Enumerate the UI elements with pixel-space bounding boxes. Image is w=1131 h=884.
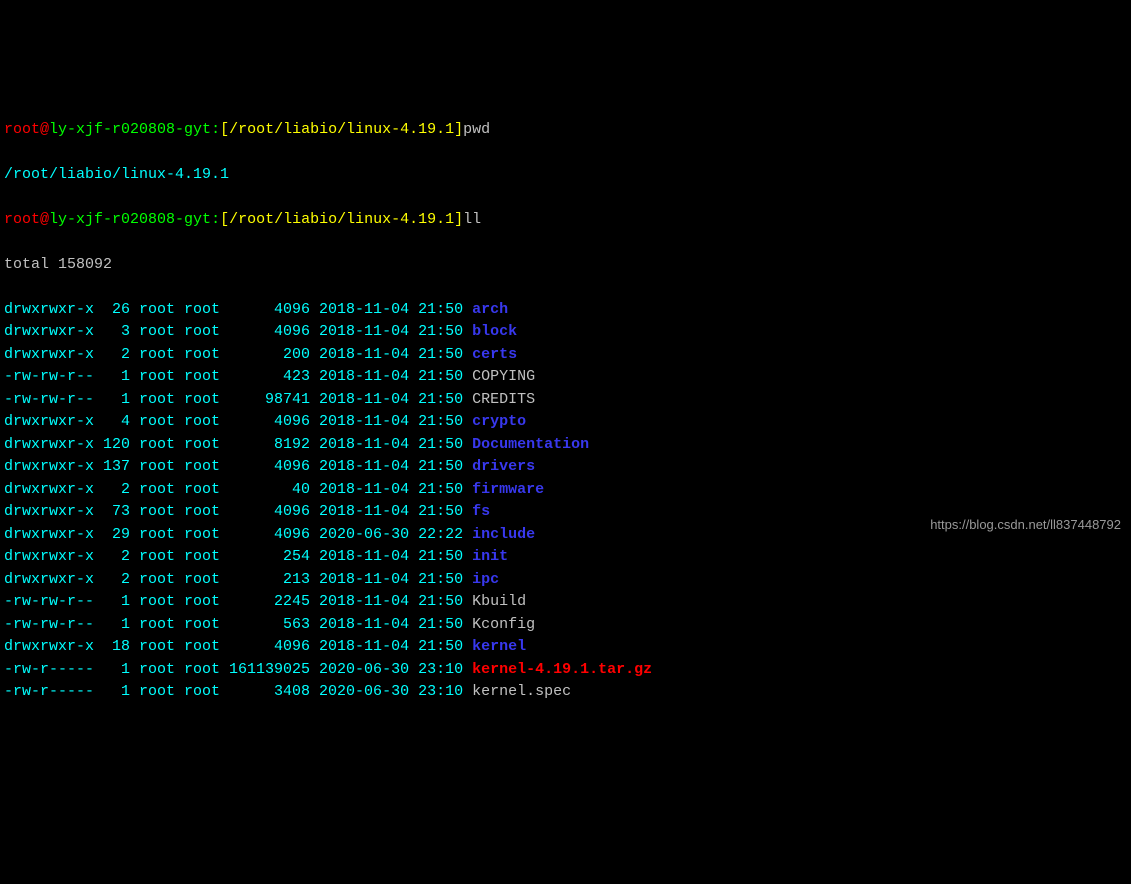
file-perms: drwxrwxr-x	[4, 526, 94, 543]
prompt-path: /root/liabio/linux-4.19.1	[229, 211, 454, 228]
file-perms: drwxrwxr-x	[4, 301, 94, 318]
file-name: firmware	[472, 481, 544, 498]
prompt-lbracket: [	[220, 121, 229, 138]
file-perms: drwxrwxr-x	[4, 323, 94, 340]
file-perms: drwxrwxr-x	[4, 436, 94, 453]
prompt-path: /root/liabio/linux-4.19.1	[229, 121, 454, 138]
prompt-user: root	[4, 211, 40, 228]
file-listing: drwxrwxr-x 26 root root 4096 2018-11-04 …	[4, 299, 1127, 704]
file-meta: 2 root root 254 2018-11-04 21:50	[94, 548, 472, 565]
file-meta: 1 root root 563 2018-11-04 21:50	[94, 616, 472, 633]
file-name: Kconfig	[472, 616, 535, 633]
prompt-host: ly-xjf-r020808-gyt	[49, 121, 211, 138]
file-meta: 73 root root 4096 2018-11-04 21:50	[94, 503, 472, 520]
terminal-output[interactable]: root@ly-xjf-r020808-gyt:[/root/liabio/li…	[4, 96, 1127, 726]
file-row: -rw-rw-r-- 1 root root 2245 2018-11-04 2…	[4, 591, 1127, 614]
file-name: crypto	[472, 413, 526, 430]
prompt-line-1: root@ly-xjf-r020808-gyt:[/root/liabio/li…	[4, 119, 1127, 142]
file-perms: -rw-r-----	[4, 683, 94, 700]
prompt-rbracket: ]	[454, 121, 463, 138]
file-name: Documentation	[472, 436, 589, 453]
file-meta: 3 root root 4096 2018-11-04 21:50	[94, 323, 472, 340]
file-meta: 18 root root 4096 2018-11-04 21:50	[94, 638, 472, 655]
command-ll: ll	[463, 211, 481, 228]
file-perms: -rw-rw-r--	[4, 616, 94, 633]
prompt-colon: :	[211, 121, 220, 138]
file-meta: 2 root root 200 2018-11-04 21:50	[94, 346, 472, 363]
prompt-rbracket: ]	[454, 211, 463, 228]
prompt-colon: :	[211, 211, 220, 228]
file-name: kernel-4.19.1.tar.gz	[472, 661, 652, 678]
file-row: drwxrwxr-x 137 root root 4096 2018-11-04…	[4, 456, 1127, 479]
file-name: kernel.spec	[472, 683, 571, 700]
file-row: drwxrwxr-x 2 root root 200 2018-11-04 21…	[4, 344, 1127, 367]
file-meta: 29 root root 4096 2020-06-30 22:22	[94, 526, 472, 543]
file-name: include	[472, 526, 535, 543]
file-perms: drwxrwxr-x	[4, 638, 94, 655]
file-perms: drwxrwxr-x	[4, 346, 94, 363]
file-name: block	[472, 323, 517, 340]
file-name: Kbuild	[472, 593, 526, 610]
file-row: drwxrwxr-x 3 root root 4096 2018-11-04 2…	[4, 321, 1127, 344]
prompt-user: root	[4, 121, 40, 138]
file-row: drwxrwxr-x 2 root root 254 2018-11-04 21…	[4, 546, 1127, 569]
file-name: CREDITS	[472, 391, 535, 408]
file-name: ipc	[472, 571, 499, 588]
file-row: -rw-rw-r-- 1 root root 423 2018-11-04 21…	[4, 366, 1127, 389]
file-perms: drwxrwxr-x	[4, 481, 94, 498]
file-perms: drwxrwxr-x	[4, 458, 94, 475]
file-row: -rw-r----- 1 root root 161139025 2020-06…	[4, 659, 1127, 682]
file-meta: 2 root root 213 2018-11-04 21:50	[94, 571, 472, 588]
file-meta: 120 root root 8192 2018-11-04 21:50	[94, 436, 472, 453]
file-name: COPYING	[472, 368, 535, 385]
file-name: fs	[472, 503, 490, 520]
file-row: drwxrwxr-x 4 root root 4096 2018-11-04 2…	[4, 411, 1127, 434]
file-row: drwxrwxr-x 2 root root 40 2018-11-04 21:…	[4, 479, 1127, 502]
file-meta: 137 root root 4096 2018-11-04 21:50	[94, 458, 472, 475]
file-row: drwxrwxr-x 18 root root 4096 2018-11-04 …	[4, 636, 1127, 659]
file-row: -rw-rw-r-- 1 root root 563 2018-11-04 21…	[4, 614, 1127, 637]
file-meta: 1 root root 161139025 2020-06-30 23:10	[94, 661, 472, 678]
file-name: drivers	[472, 458, 535, 475]
file-row: drwxrwxr-x 26 root root 4096 2018-11-04 …	[4, 299, 1127, 322]
pwd-output: /root/liabio/linux-4.19.1	[4, 164, 1127, 187]
watermark: https://blog.csdn.net/ll837448792	[930, 515, 1121, 535]
file-row: drwxrwxr-x 120 root root 8192 2018-11-04…	[4, 434, 1127, 457]
file-name: init	[472, 548, 508, 565]
file-perms: -rw-rw-r--	[4, 593, 94, 610]
prompt-at: @	[40, 211, 49, 228]
file-perms: -rw-rw-r--	[4, 368, 94, 385]
prompt-line-2: root@ly-xjf-r020808-gyt:[/root/liabio/li…	[4, 209, 1127, 232]
file-row: -rw-rw-r-- 1 root root 98741 2018-11-04 …	[4, 389, 1127, 412]
file-name: arch	[472, 301, 508, 318]
file-row: drwxrwxr-x 2 root root 213 2018-11-04 21…	[4, 569, 1127, 592]
file-name: kernel	[472, 638, 526, 655]
file-meta: 1 root root 3408 2020-06-30 23:10	[94, 683, 472, 700]
file-meta: 1 root root 2245 2018-11-04 21:50	[94, 593, 472, 610]
file-meta: 26 root root 4096 2018-11-04 21:50	[94, 301, 472, 318]
file-row: -rw-r----- 1 root root 3408 2020-06-30 2…	[4, 681, 1127, 704]
file-meta: 1 root root 98741 2018-11-04 21:50	[94, 391, 472, 408]
file-meta: 2 root root 40 2018-11-04 21:50	[94, 481, 472, 498]
file-perms: drwxrwxr-x	[4, 548, 94, 565]
file-meta: 1 root root 423 2018-11-04 21:50	[94, 368, 472, 385]
file-perms: drwxrwxr-x	[4, 413, 94, 430]
file-perms: -rw-rw-r--	[4, 391, 94, 408]
file-meta: 4 root root 4096 2018-11-04 21:50	[94, 413, 472, 430]
command-pwd: pwd	[463, 121, 490, 138]
file-perms: drwxrwxr-x	[4, 503, 94, 520]
prompt-host: ly-xjf-r020808-gyt	[49, 211, 211, 228]
prompt-at: @	[40, 121, 49, 138]
file-perms: -rw-r-----	[4, 661, 94, 678]
file-perms: drwxrwxr-x	[4, 571, 94, 588]
total-line: total 158092	[4, 254, 1127, 277]
prompt-lbracket: [	[220, 211, 229, 228]
file-name: certs	[472, 346, 517, 363]
